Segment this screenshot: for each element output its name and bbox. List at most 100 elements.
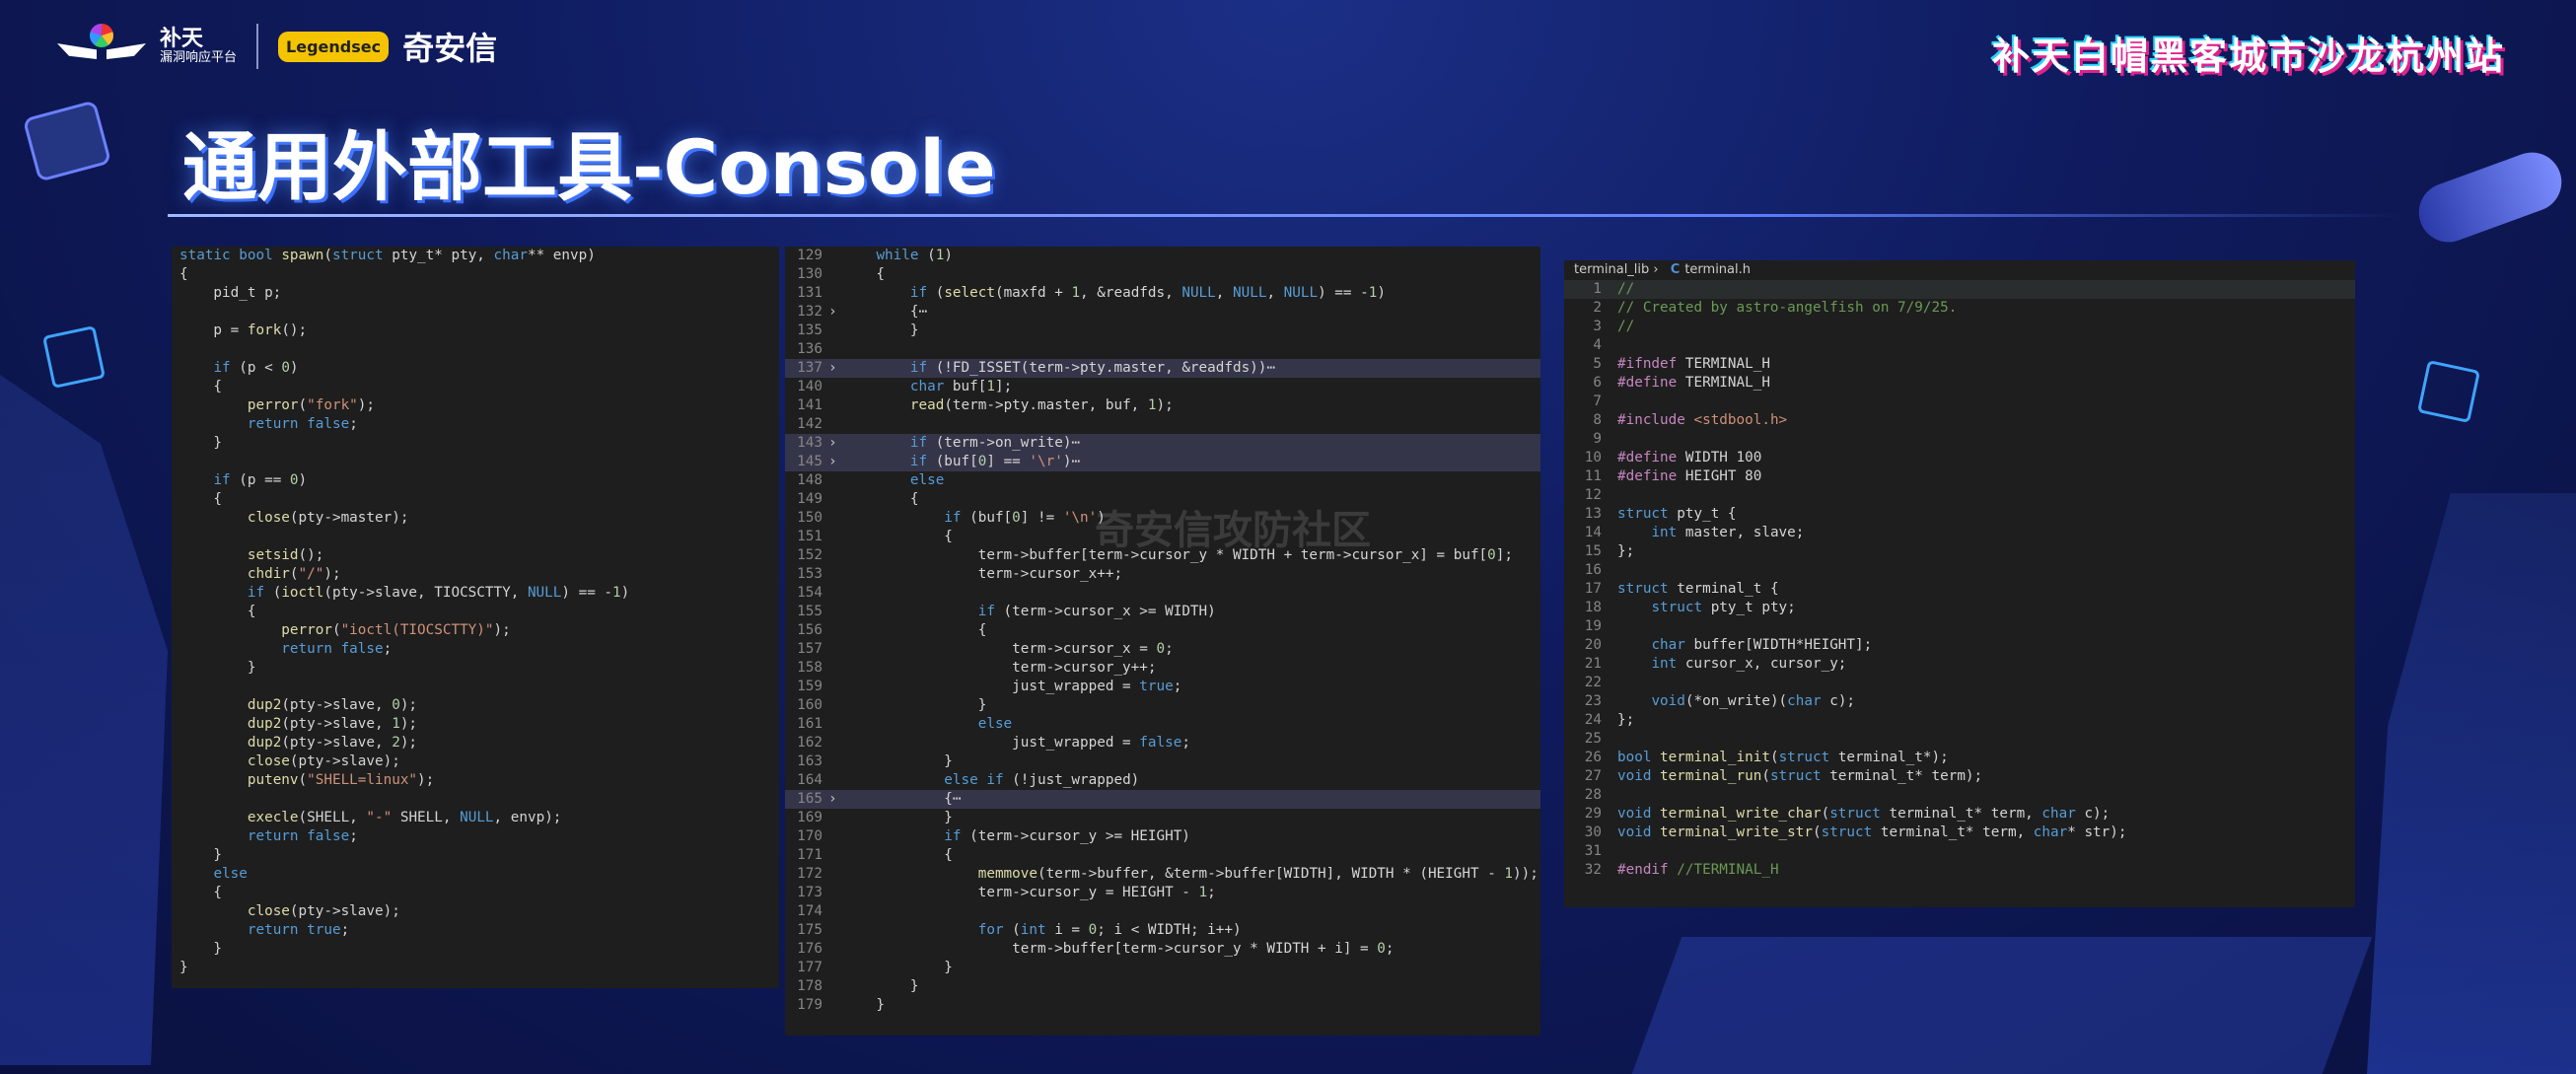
line-number: 137 [797,360,823,376]
code-line: 20 char buffer[WIDTH*HEIGHT]; [1564,636,2355,655]
code-text: #define HEIGHT 80 [1617,468,1762,484]
line-number: 156 [797,622,823,638]
code-line: 26 bool terminal_init(struct terminal_t*)… [1564,749,2355,767]
code-line: 25 [1564,730,2355,749]
line-number: 21 [1584,656,1602,672]
code-line: 164 else if (!just_wrapped) [785,771,1540,790]
line-number: 158 [797,660,823,676]
code-line: 161 else [785,715,1540,734]
code-line: p = fork(); [179,322,308,338]
code-line: 16 [1564,561,2355,580]
code-line: 29 void terminal_write_char(struct termin… [1564,805,2355,823]
code-line: else [213,866,248,882]
bg-hardware-right [2367,493,2576,1074]
code-line: 159 just_wrapped = true; [785,678,1540,696]
code-text: char buffer[WIDTH*HEIGHT]; [1651,637,1873,653]
code-line: 135 } [785,322,1540,340]
code-text: } [842,697,987,713]
code-line: 2 // Created by astro-angelfish on 7/9/25… [1564,299,2355,318]
code-text: if (select(maxfd + 1, &readfds, NULL, NU… [909,285,1386,301]
line-number: 172 [797,866,823,882]
line-number: 174 [797,903,823,919]
code-text: { [842,622,987,638]
code-text: int cursor_x, cursor_y; [1651,656,1847,672]
line-number: 6 [1593,375,1602,391]
line-number: 20 [1584,637,1602,653]
line-number: 24 [1584,712,1602,728]
line-number: 8 [1593,412,1602,428]
code-text: int master, slave; [1651,525,1805,540]
code-text: // Created by astro-angelfish on 7/9/25. [1617,300,1958,316]
line-number: 13 [1584,506,1602,522]
code-line: setsid(); [247,547,324,563]
line-number: 16 [1584,562,1602,578]
line-number: 27 [1584,768,1602,784]
line-number: 171 [797,847,823,863]
bg-chip-icon-right [2416,359,2481,424]
breadcrumb-folder[interactable]: terminal_lib [1574,262,1649,277]
fold-chevron-icon[interactable]: › [828,359,842,378]
code-line: 143 › if (term->on_write)⋯ [785,434,1540,453]
code-line: 145 › if (buf[0] == '\r')⋯ [785,453,1540,471]
code-text: {⋯ [842,304,928,320]
line-number: 2 [1593,300,1602,316]
breadcrumb-file[interactable]: terminal.h [1684,262,1751,277]
butian-logo-text: 补天 漏洞响应平台 [160,27,237,65]
code-text: { [842,847,953,863]
code-line: if (p == 0) [213,472,308,488]
code-line: 157 term->cursor_x = 0; [785,640,1540,659]
bg-telescope-icon [2410,144,2570,251]
header-logos: 补天 漏洞响应平台 Legendsec 奇安信 [57,22,497,71]
code-line: 8 #include <stdbool.h> [1564,411,2355,430]
code-text: if (term->cursor_y >= HEIGHT) [944,828,1190,844]
line-number: 15 [1584,543,1602,559]
code-text: void terminal_write_str(struct terminal_… [1617,824,2127,840]
line-number: 148 [797,472,823,488]
code-line: dup2(pty->slave, 0); [247,697,418,713]
code-line: 137 › if (!FD_ISSET(term->pty.master, &re… [785,359,1540,378]
fold-chevron-icon[interactable]: › [828,453,842,471]
code-line: close(pty->master); [247,510,409,526]
code-text: else [909,472,945,488]
code-line: 156 { [785,621,1540,640]
code-text: struct pty_t pty; [1651,600,1796,615]
code-text: { [842,491,919,507]
code-line: 140 char buf[1]; [785,378,1540,396]
line-number: 17 [1584,581,1602,597]
line-number: 151 [797,529,823,544]
code-text: { [842,266,886,282]
line-number: 18 [1584,600,1602,615]
code-text: for (int i = 0; i < WIDTH; i++) [977,922,1242,938]
line-number: 29 [1584,806,1602,822]
fold-chevron-icon[interactable]: › [828,303,842,322]
code-line: if (p < 0) [213,360,299,376]
qax-badge: Legendsec [278,31,390,62]
line-number: 161 [797,716,823,732]
code-text: if (buf[0] != '\n') [944,510,1106,526]
line-number: 28 [1584,787,1602,803]
bg-box-icon-left [22,100,112,182]
code-line: 179 } [785,996,1540,1015]
code-text: // [1617,319,1635,334]
code-line: } [179,941,223,957]
line-number: 11 [1584,468,1602,484]
code-line: if (ioctl(pty->slave, TIOCSCTTY, NULL) =… [247,585,630,601]
code-line: 172 memmove(term->buffer, &term->buffer[… [785,865,1540,884]
breadcrumb-separator: › [1653,262,1659,277]
title-divider [168,214,2406,217]
code-text: } [842,997,886,1013]
line-number: 130 [797,266,823,282]
wing-right-icon [107,43,146,59]
line-number: 5 [1593,356,1602,372]
code-line: putenv("SHELL=linux"); [247,772,435,788]
code-line: perror("ioctl(TIOCSCTTY)"); [281,622,511,638]
line-number: 7 [1593,394,1602,409]
fold-chevron-icon[interactable]: › [828,434,842,453]
line-number: 145 [797,454,823,469]
bg-keyboard-bottom [1631,937,2373,1074]
fold-chevron-icon[interactable]: › [828,790,842,809]
code-line: return false; [247,828,358,844]
code-text: #define WIDTH 100 [1617,450,1762,465]
code-text: memmove(term->buffer, &term->buffer[WIDT… [977,866,1538,882]
